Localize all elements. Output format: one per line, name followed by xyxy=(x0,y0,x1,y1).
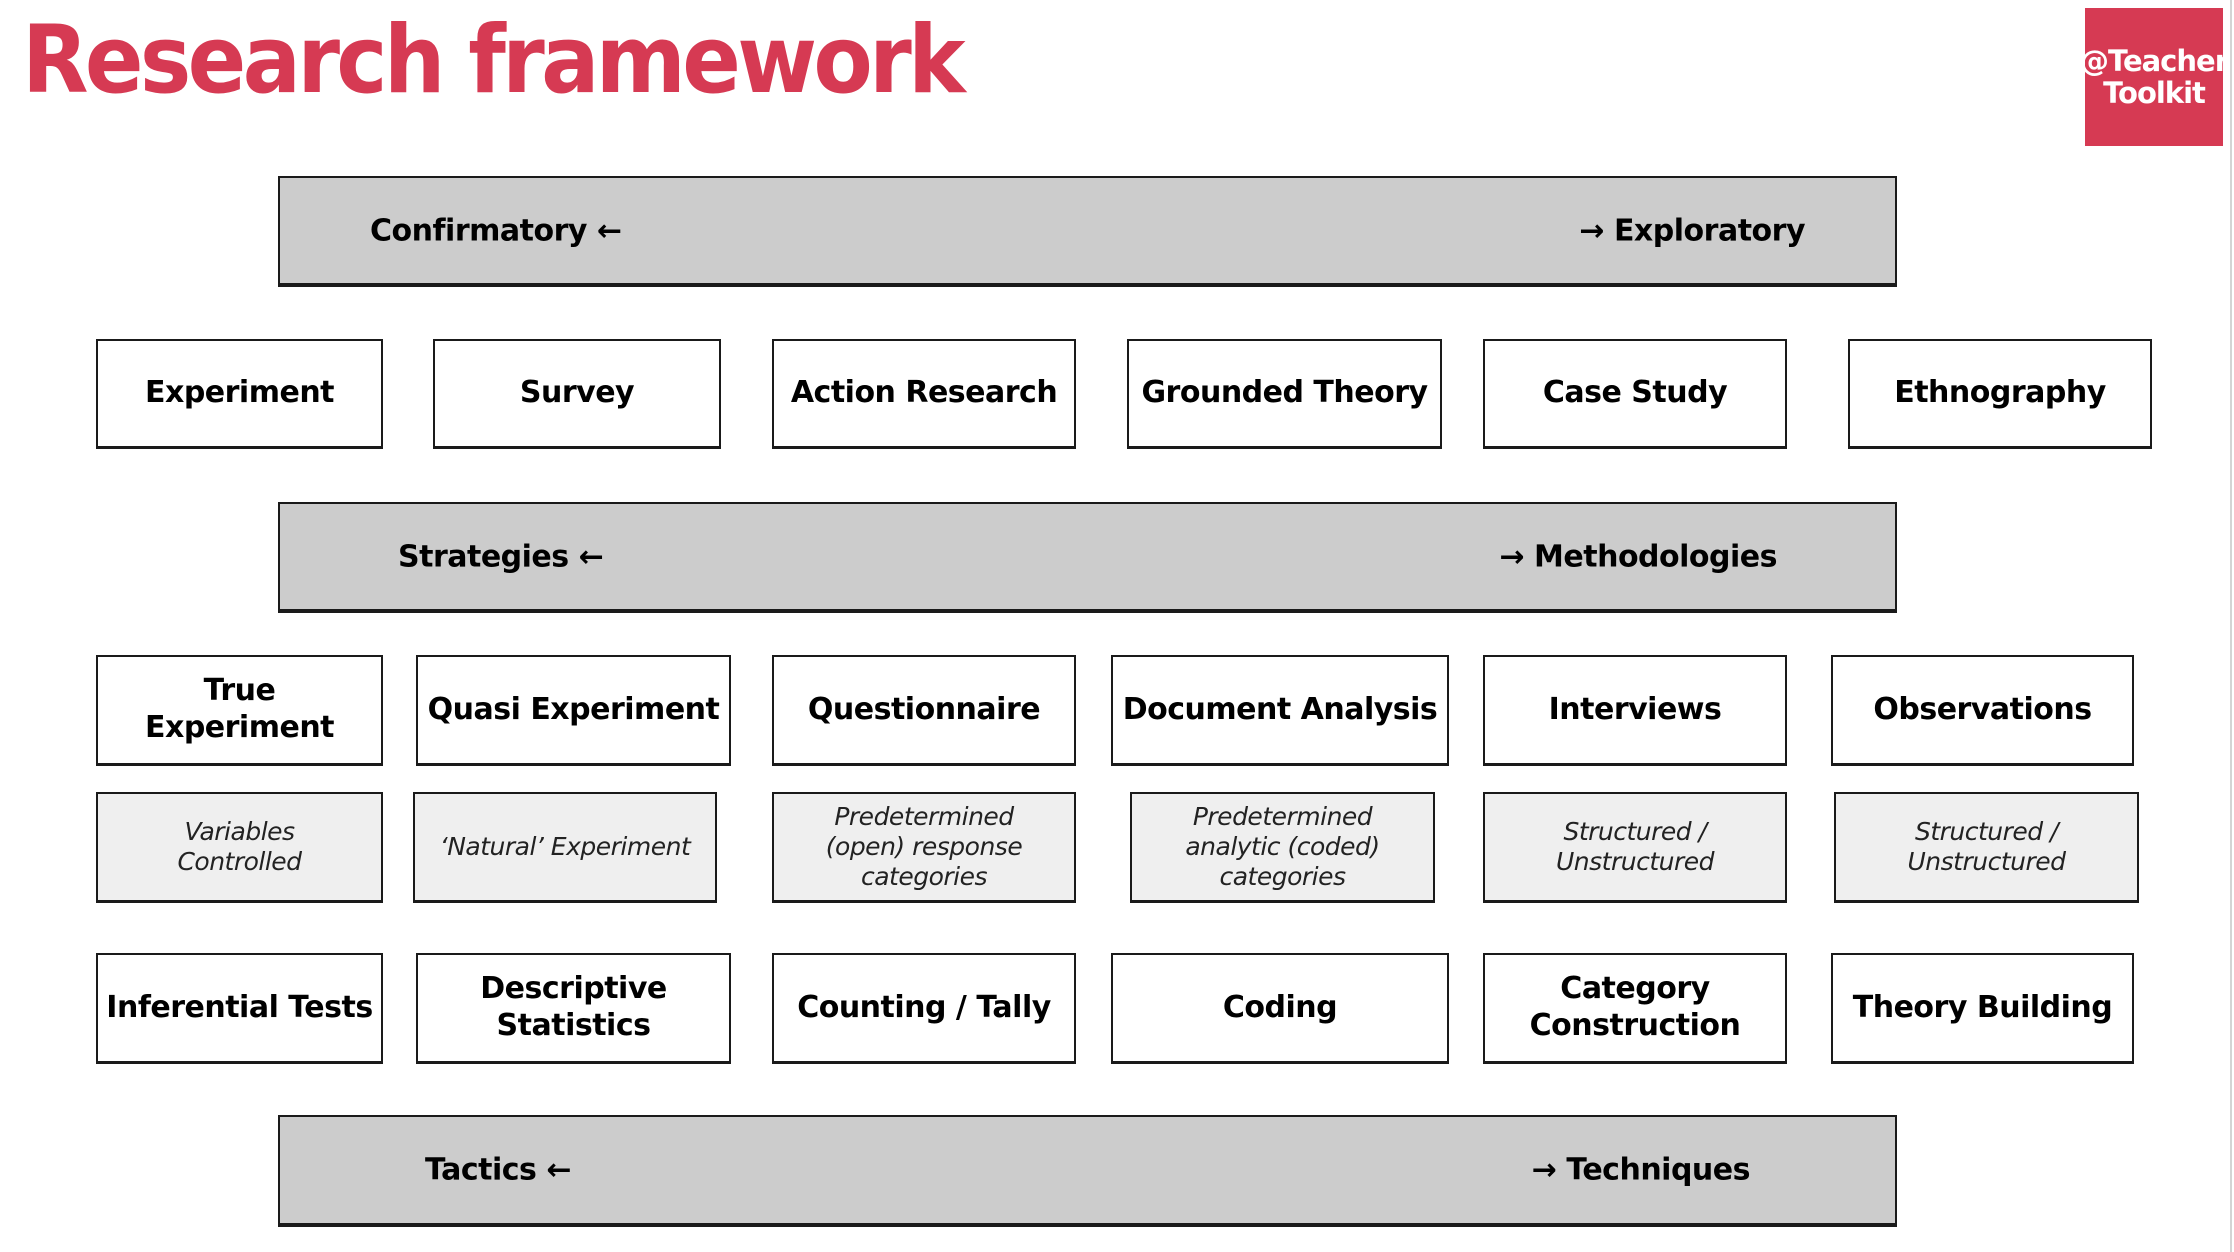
technique-box: Descriptive Statistics xyxy=(416,953,731,1064)
slide-edge-divider xyxy=(2230,0,2232,1252)
bar-label-right: → Methodologies xyxy=(1499,539,1777,574)
logo-line-2: Toolkit xyxy=(2103,76,2206,110)
method-box: Questionnaire xyxy=(772,655,1076,766)
method-box: Document Analysis xyxy=(1111,655,1449,766)
bar-label-right: → Exploratory xyxy=(1579,213,1805,248)
method-note-box: Structured / Unstructured xyxy=(1483,792,1787,903)
confirmatory-exploratory-bar: Confirmatory ← → Exploratory xyxy=(278,176,1897,287)
method-box: Observations xyxy=(1831,655,2134,766)
methodology-box: Grounded Theory xyxy=(1127,339,1442,449)
tactics-techniques-bar: Tactics ← → Techniques xyxy=(278,1115,1897,1227)
teacher-toolkit-logo: @Teacher Toolkit xyxy=(2080,8,2229,146)
methodology-box: Case Study xyxy=(1483,339,1787,449)
method-note-box: Predetermined (open) response categories xyxy=(772,792,1076,903)
methodology-box: Ethnography xyxy=(1848,339,2152,449)
bar-label-right: → Techniques xyxy=(1531,1152,1751,1188)
methodology-box: Action Research xyxy=(772,339,1076,449)
technique-box: Category Construction xyxy=(1483,953,1787,1064)
technique-box: Theory Building xyxy=(1831,953,2134,1064)
method-note-box: Structured / Unstructured xyxy=(1834,792,2139,903)
methodology-box: Experiment xyxy=(96,339,383,449)
method-note-box: Predetermined analytic (coded) categorie… xyxy=(1130,792,1435,903)
bar-label-left: Tactics ← xyxy=(425,1152,571,1188)
method-note-box: ‘Natural’ Experiment xyxy=(413,792,717,903)
technique-box: Counting / Tally xyxy=(772,953,1076,1064)
technique-box: Coding xyxy=(1111,953,1449,1064)
method-box: True Experiment xyxy=(96,655,383,766)
method-box: Interviews xyxy=(1483,655,1787,766)
bar-label-left: Confirmatory ← xyxy=(370,213,622,248)
method-note-box: Variables Controlled xyxy=(96,792,383,903)
strategies-methodologies-bar: Strategies ← → Methodologies xyxy=(278,502,1897,613)
bar-label-left: Strategies ← xyxy=(398,539,604,574)
method-box: Quasi Experiment xyxy=(416,655,731,766)
technique-box: Inferential Tests xyxy=(96,953,383,1064)
methodology-box: Survey xyxy=(433,339,721,449)
logo-line-1: @Teacher xyxy=(2080,43,2229,78)
page-title: Research framework xyxy=(22,6,966,115)
